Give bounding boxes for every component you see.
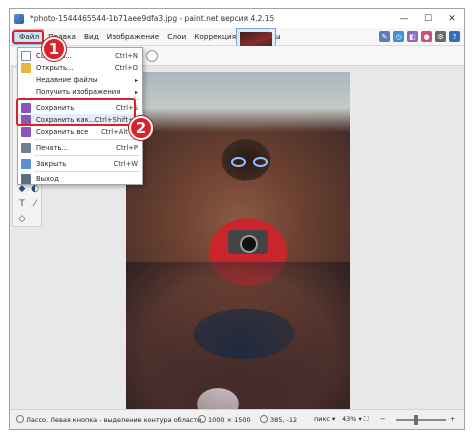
menu-layers[interactable]: Слои: [163, 28, 190, 46]
photo-camera: [228, 230, 268, 254]
colors-window-icon[interactable]: ●: [421, 31, 432, 42]
step-1-badge: 1: [42, 37, 66, 61]
tools-window-icon[interactable]: ✎: [379, 31, 390, 42]
menu-item-print[interactable]: Печать... Ctrl+P: [18, 142, 142, 154]
zoom-slider-thumb[interactable]: [414, 415, 418, 425]
window-controls: — ☐ ✕: [392, 9, 464, 28]
menu-item-close[interactable]: Закрыть Ctrl+W: [18, 158, 142, 170]
title-bar: *photo-1544465544-1b71aee9dfa3.jpg - pai…: [10, 9, 464, 28]
cursor-position: 385, -12: [260, 415, 297, 424]
menu-item-print-shortcut: Ctrl+P: [116, 144, 138, 152]
menu-image[interactable]: Изображение: [103, 28, 163, 46]
menu-item-open-shortcut: Ctrl+O: [114, 64, 138, 72]
close-doc-icon: [21, 159, 31, 169]
menu-item-open-label: Открыть...: [36, 64, 74, 72]
layers-window-icon[interactable]: ◧: [407, 31, 418, 42]
menu-item-close-shortcut: Ctrl+W: [113, 160, 138, 168]
tool-hint: Лассо. Левая кнопка - выделение контура …: [16, 415, 203, 424]
photo-canvas[interactable]: [126, 72, 350, 412]
menu-item-new[interactable]: Создать... Ctrl+N: [18, 50, 142, 62]
exit-icon: [21, 174, 31, 184]
photo-glasses: [231, 157, 271, 167]
photo-background: [126, 72, 350, 132]
maximize-button[interactable]: ☐: [416, 9, 440, 28]
menu-item-new-shortcut: Ctrl+N: [115, 52, 138, 60]
submenu-arrow-icon: ▸: [134, 76, 138, 84]
menu-separator: [34, 155, 140, 156]
menu-item-acquire[interactable]: Получить изображения ▸: [18, 86, 142, 98]
new-file-icon: [21, 51, 31, 61]
file-menu-highlight: [12, 30, 44, 44]
clone-tool-icon[interactable]: ◇: [16, 213, 28, 225]
line-tool-icon[interactable]: ⁄: [29, 198, 41, 210]
recent-spacer: [21, 75, 31, 85]
submenu-arrow-icon: ▸: [134, 88, 138, 96]
menu-view[interactable]: Вид: [80, 28, 103, 46]
zoom-slider[interactable]: [396, 419, 446, 421]
cursor-position-text: 385, -12: [270, 416, 298, 424]
menu-item-save-all-label: Сохранить все: [36, 128, 89, 136]
menu-item-open[interactable]: Открыть... Ctrl+O: [18, 62, 142, 74]
help-icon[interactable]: ?: [449, 31, 460, 42]
menu-separator: [34, 139, 140, 140]
settings-gear-icon[interactable]: ⚙: [435, 31, 446, 42]
minimize-button[interactable]: —: [392, 9, 416, 28]
text-tool-icon[interactable]: T: [16, 198, 28, 210]
step-2-badge: 2: [129, 116, 153, 140]
fit-window-icon[interactable]: ⛶: [364, 415, 369, 424]
menu-item-exit[interactable]: Выход: [18, 173, 142, 185]
units-selector[interactable]: пикс ▾: [314, 415, 335, 423]
menu-item-save-all[interactable]: Сохранить все Ctrl+Alt+S: [18, 126, 142, 138]
menu-item-acquire-label: Получить изображения: [36, 88, 121, 96]
save-all-icon: [21, 127, 31, 137]
tool-hint-text: Лассо. Левая кнопка - выделение контура …: [26, 416, 204, 424]
menu-item-recent-label: Недавние файлы: [36, 76, 98, 84]
menu-adjustments[interactable]: Коррекция: [190, 28, 240, 46]
zoom-out-icon[interactable]: −: [380, 415, 385, 423]
image-size-icon: [198, 415, 206, 423]
close-button[interactable]: ✕: [440, 9, 464, 28]
menu-item-recent[interactable]: Недавние файлы ▸: [18, 74, 142, 86]
menu-item-exit-label: Выход: [36, 175, 59, 183]
units-text: пикс: [314, 415, 330, 423]
menu-bar: Файл Правка Вид Изображение Слои Коррекц…: [10, 28, 464, 64]
paintnet-app-icon: [14, 13, 24, 24]
menu-separator: [34, 171, 140, 172]
image-size: 1000 × 1500: [198, 415, 251, 424]
lasso-icon: [16, 415, 24, 423]
acquire-spacer: [21, 87, 31, 97]
zoom-text: 43%: [342, 415, 357, 423]
save-items-highlight: [16, 98, 136, 126]
menu-item-print-label: Печать...: [36, 144, 68, 152]
photo-foreground-blur: [126, 262, 350, 412]
open-folder-icon: [21, 63, 31, 73]
cursor-icon: [260, 415, 268, 423]
thumbnail-close-icon[interactable]: ✕: [269, 28, 274, 35]
status-bar: Лассо. Левая кнопка - выделение контура …: [10, 409, 464, 429]
right-toolbar: ✎ ◷ ◧ ● ⚙ ?: [379, 31, 460, 42]
selection-mode-icon[interactable]: [146, 50, 158, 62]
zoom-in-icon[interactable]: +: [450, 415, 455, 423]
history-window-icon[interactable]: ◷: [393, 31, 404, 42]
menu-item-close-label: Закрыть: [36, 160, 67, 168]
window-title: *photo-1544465544-1b71aee9dfa3.jpg - pai…: [30, 14, 275, 23]
print-icon: [21, 143, 31, 153]
zoom-value[interactable]: 43% ▾: [342, 415, 362, 423]
image-size-text: 1000 × 1500: [208, 416, 251, 424]
